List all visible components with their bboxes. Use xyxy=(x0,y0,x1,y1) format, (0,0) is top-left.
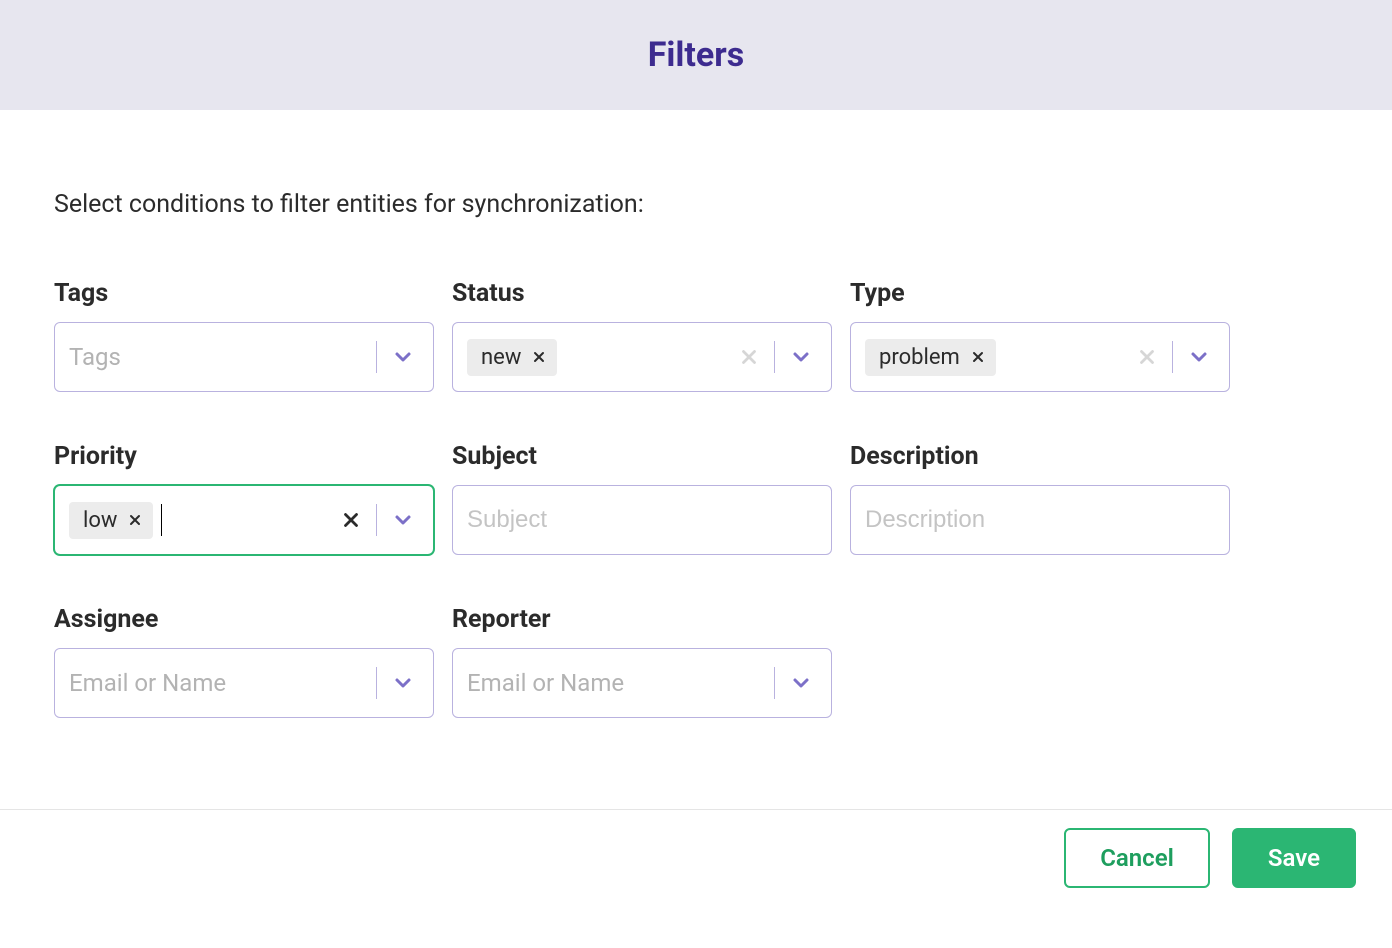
chevron-down-icon[interactable] xyxy=(789,345,817,369)
modal-header: Filters xyxy=(0,0,1392,110)
priority-select[interactable]: low xyxy=(54,485,434,555)
field-status: Status new xyxy=(452,279,832,392)
type-indicators xyxy=(1136,341,1215,373)
status-select[interactable]: new xyxy=(452,322,832,392)
close-icon[interactable] xyxy=(970,349,986,365)
type-chips-area: problem xyxy=(865,339,1136,376)
subject-input[interactable] xyxy=(467,506,817,534)
assignee-placeholder: Email or Name xyxy=(69,669,376,697)
chevron-down-icon[interactable] xyxy=(391,671,419,695)
save-button[interactable]: Save xyxy=(1232,828,1356,888)
field-label-assignee: Assignee xyxy=(54,605,434,634)
chevron-down-icon[interactable] xyxy=(1187,345,1215,369)
field-label-subject: Subject xyxy=(452,442,832,471)
tags-indicators xyxy=(376,341,419,373)
reporter-indicators xyxy=(774,667,817,699)
reporter-select[interactable]: Email or Name xyxy=(452,648,832,718)
assignee-chips-area: Email or Name xyxy=(69,669,376,697)
status-indicators xyxy=(738,341,817,373)
chevron-down-icon[interactable] xyxy=(391,508,419,532)
type-select[interactable]: problem xyxy=(850,322,1230,392)
type-chip-label: problem xyxy=(879,345,960,370)
status-chip: new xyxy=(467,339,557,376)
field-priority: Priority low xyxy=(54,442,434,555)
field-reporter: Reporter Email or Name xyxy=(452,605,832,718)
field-label-reporter: Reporter xyxy=(452,605,832,634)
modal-footer: Cancel Save xyxy=(0,809,1392,948)
tags-divider xyxy=(376,341,377,373)
assignee-select[interactable]: Email or Name xyxy=(54,648,434,718)
tags-placeholder: Tags xyxy=(69,343,376,371)
clear-icon[interactable] xyxy=(738,346,760,368)
modal-title: Filters xyxy=(648,35,744,75)
reporter-placeholder: Email or Name xyxy=(467,669,774,697)
tags-chips-area: Tags xyxy=(69,343,376,371)
chevron-down-icon[interactable] xyxy=(391,345,419,369)
assignee-divider xyxy=(376,667,377,699)
field-type: Type problem xyxy=(850,279,1230,392)
field-label-priority: Priority xyxy=(54,442,434,471)
description-input[interactable] xyxy=(865,506,1215,534)
close-icon[interactable] xyxy=(531,349,547,365)
priority-divider xyxy=(376,504,377,536)
clear-icon[interactable] xyxy=(340,509,362,531)
instructions-text: Select conditions to filter entities for… xyxy=(54,190,1338,219)
text-caret xyxy=(161,504,162,536)
priority-chip: low xyxy=(69,502,153,539)
subject-input-wrapper[interactable] xyxy=(452,485,832,555)
status-chip-label: new xyxy=(481,345,521,370)
reporter-chips-area: Email or Name xyxy=(467,669,774,697)
field-label-description: Description xyxy=(850,442,1230,471)
status-divider xyxy=(774,341,775,373)
field-assignee: Assignee Email or Name xyxy=(54,605,434,718)
cancel-button[interactable]: Cancel xyxy=(1064,828,1210,888)
type-chip: problem xyxy=(865,339,996,376)
modal-body: Select conditions to filter entities for… xyxy=(0,110,1392,718)
field-description: Description xyxy=(850,442,1230,555)
reporter-divider xyxy=(774,667,775,699)
filter-grid: Tags Tags Status new xyxy=(54,279,1338,718)
type-divider xyxy=(1172,341,1173,373)
field-subject: Subject xyxy=(452,442,832,555)
priority-chips-area: low xyxy=(69,502,340,539)
field-tags: Tags Tags xyxy=(54,279,434,392)
field-label-status: Status xyxy=(452,279,832,308)
field-label-tags: Tags xyxy=(54,279,434,308)
description-input-wrapper[interactable] xyxy=(850,485,1230,555)
assignee-indicators xyxy=(376,667,419,699)
clear-icon[interactable] xyxy=(1136,346,1158,368)
chevron-down-icon[interactable] xyxy=(789,671,817,695)
status-chips-area: new xyxy=(467,339,738,376)
tags-select[interactable]: Tags xyxy=(54,322,434,392)
priority-indicators xyxy=(340,504,419,536)
priority-chip-label: low xyxy=(83,508,117,533)
field-label-type: Type xyxy=(850,279,1230,308)
close-icon[interactable] xyxy=(127,512,143,528)
